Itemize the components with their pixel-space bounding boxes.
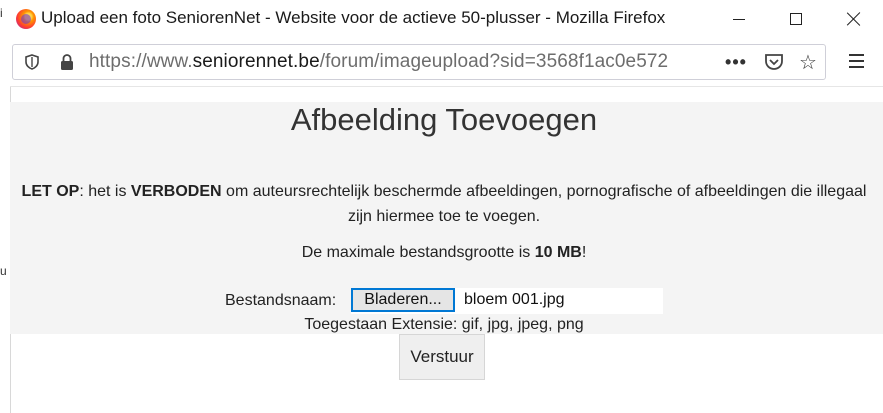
close-icon [847,12,861,26]
bookmark-star-icon[interactable]: ☆ [795,50,821,74]
window-title: Upload een foto SeniorenNet - Website vo… [41,8,666,27]
page-actions-more-icon[interactable]: ••• [723,50,749,74]
menu-icon[interactable] [846,50,868,72]
selected-file-name: bloem 001.jpg [464,291,565,308]
file-input-row: Bestandsnaam: Bladeren... bloem 001.jpg [10,288,883,314]
shield-icon[interactable] [25,54,39,70]
navigation-toolbar: https://www.seniorennet.be/forum/imageup… [10,38,883,87]
warning-notice: LET OP: het is VERBODEN om auteursrechte… [10,179,878,229]
browse-button[interactable]: Bladeren... [351,288,455,312]
lock-icon[interactable] [60,53,74,71]
window-titlebar: Upload een foto SeniorenNet - Website vo… [10,0,883,38]
maximize-button[interactable] [767,0,825,38]
address-bar[interactable]: https://www.seniorennet.be/forum/imageup… [12,44,826,80]
firefox-logo-icon [16,9,36,29]
minimize-button[interactable] [710,0,768,38]
file-input[interactable]: Bladeren... bloem 001.jpg [351,288,663,314]
url-path: /forum/imageupload?sid=3568f1ac0e572 [319,51,669,72]
warning-lead: LET OP [21,183,80,200]
warning-emphasis: VERBODEN [130,183,222,200]
maximize-icon [790,13,802,25]
submit-button[interactable]: Verstuur [399,334,485,380]
url-text[interactable]: https://www.seniorennet.be/forum/imageup… [89,51,668,73]
file-input-label: Bestandsnaam: [225,292,337,309]
max-size-notice: De maximale bestandsgrootte is 10 MB! [10,244,878,262]
background-text-fragment: i [0,6,3,20]
close-window-button[interactable] [825,0,883,38]
warning-text-1: : het is [79,183,131,200]
max-size-value: 10 MB [534,244,582,261]
pocket-icon[interactable] [761,50,787,74]
page-title: Afbeelding Toevoegen [290,102,598,137]
max-size-suffix: ! [581,244,587,261]
background-text-fragment: u [0,264,7,278]
url-prefix: https://www. [89,51,193,72]
upload-form-panel: Afbeelding Toevoegen LET OP: het is VERB… [10,102,883,334]
max-size-prefix: De maximale bestandsgrootte is [301,244,535,261]
minimize-icon [733,18,745,20]
allowed-extensions: Toegestaan Extensie: gif, jpg, jpeg, png [304,316,584,333]
warning-text-2: om auteursrechtelijk beschermde afbeeldi… [221,183,867,225]
url-domain: seniorennet.be [192,51,320,72]
